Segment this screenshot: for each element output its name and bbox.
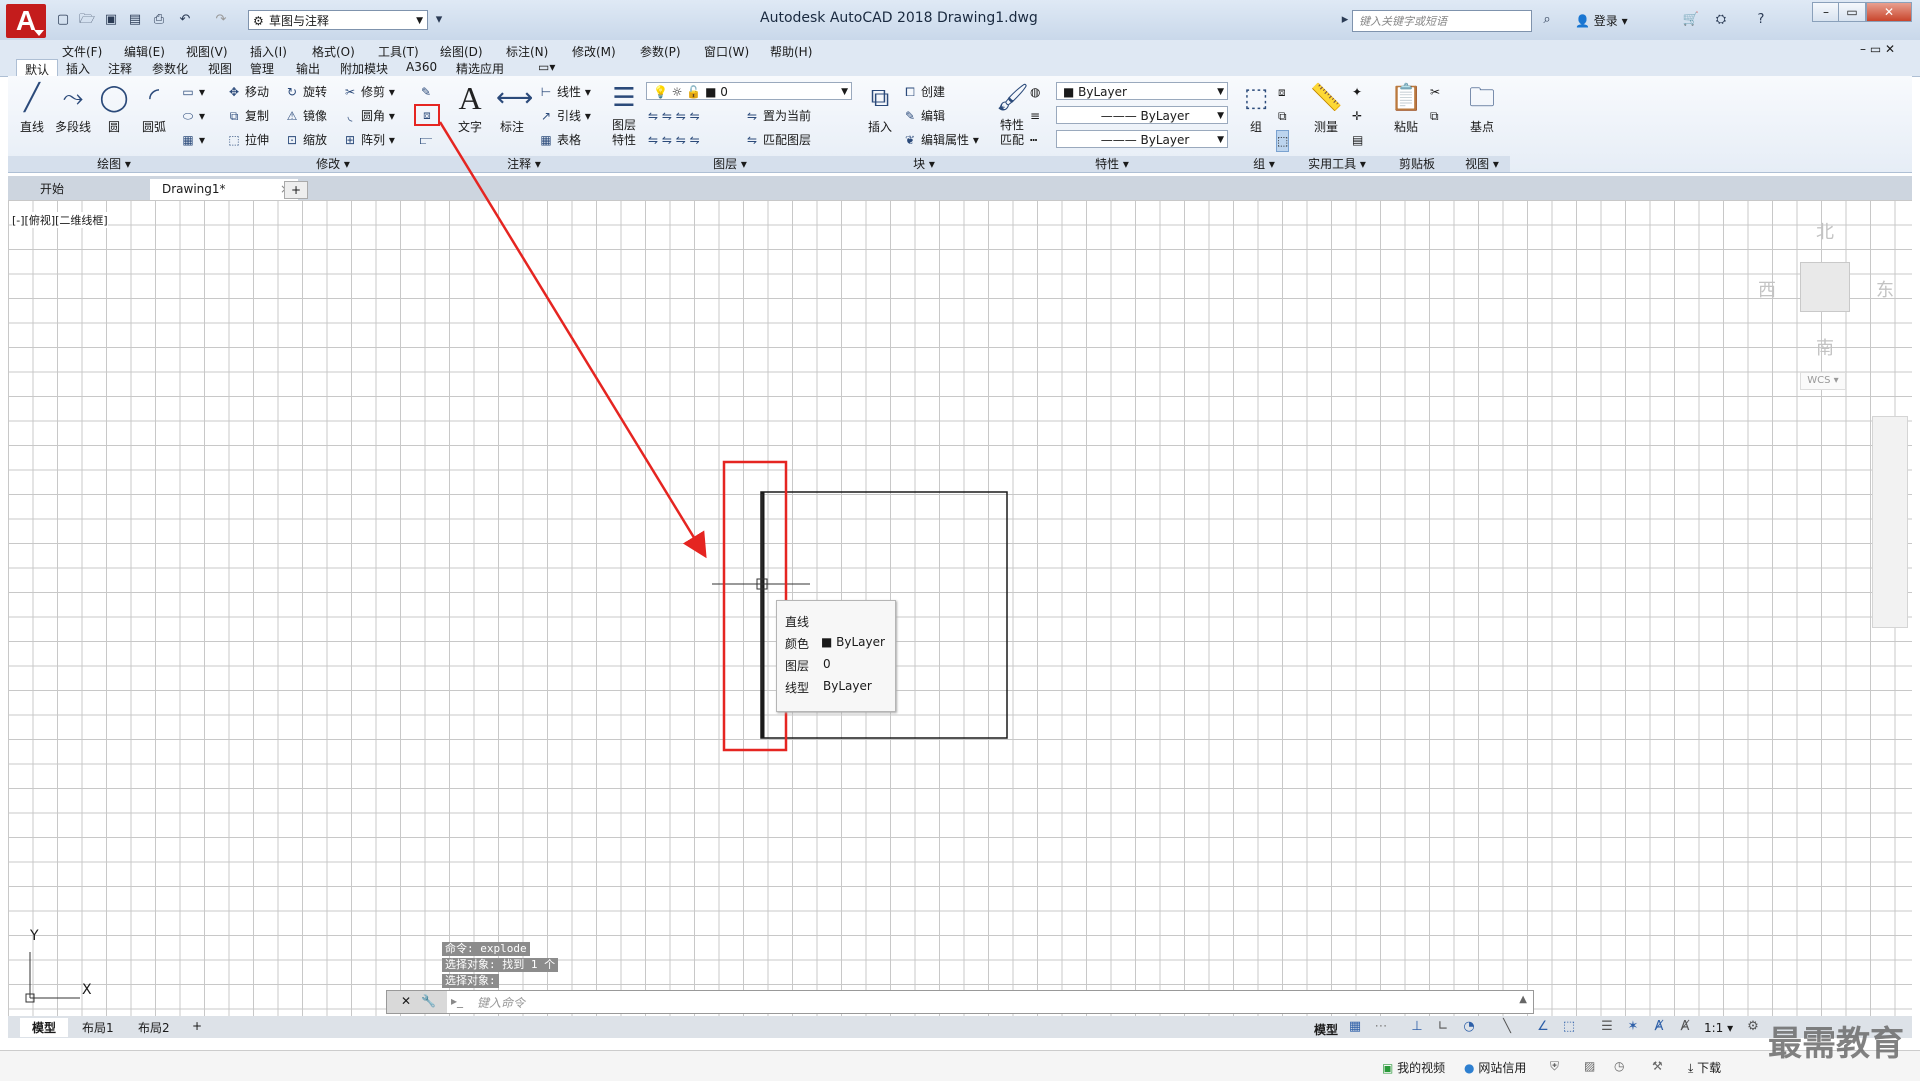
my-video-link[interactable]: ▣ 我的视频 xyxy=(1382,1059,1445,1076)
chevron-up-icon[interactable]: ▲ xyxy=(1519,994,1527,1005)
snap-icon[interactable]: ⋯ xyxy=(1372,1019,1390,1035)
command-line[interactable]: ✕ 🔧 ▸_ 键入命令 ▲ xyxy=(386,990,1534,1014)
tab-layout1[interactable]: 布局1 xyxy=(70,1018,126,1037)
tab-add-layout[interactable]: + xyxy=(180,1018,214,1034)
wrench-icon[interactable]: 🔧 xyxy=(421,994,436,1008)
command-input[interactable]: 键入命令 xyxy=(477,994,525,1011)
shield-icon[interactable]: ⛨ xyxy=(1550,1059,1559,1074)
download-link[interactable]: ⤓ 下载 xyxy=(1688,1059,1721,1076)
tooltip-color-text: ByLayer xyxy=(836,635,885,649)
object-snap-icon[interactable]: ⬚ xyxy=(1560,1019,1578,1035)
annotation-scale-icon[interactable]: Ⱥ xyxy=(1650,1019,1668,1035)
workspace-gear-icon[interactable]: ⚙ xyxy=(1744,1019,1762,1035)
polar-tracking-icon[interactable]: ◔ xyxy=(1460,1019,1478,1035)
download-icon: ⤓ xyxy=(1688,1061,1694,1075)
close-icon[interactable]: ✕ xyxy=(401,994,411,1008)
watermark-text: 最需教育 xyxy=(1768,1024,1904,1064)
isodraft-icon[interactable]: ╲ xyxy=(1498,1019,1516,1035)
video-icon: ▣ xyxy=(1382,1061,1394,1075)
tooltip-color-value: ■ ByLayer xyxy=(821,635,885,649)
image-icon[interactable]: ▨ xyxy=(1584,1059,1595,1073)
ortho-icon[interactable]: ∟ xyxy=(1434,1019,1452,1035)
scale-label: 1:1 xyxy=(1704,1021,1724,1035)
bottom-taskbar: ▣ 我的视频 ● 网站信用 ⛨ ▨ ◷ ⚒ ⤓ 下载 xyxy=(0,1050,1920,1081)
model-space-toggle[interactable]: 模型 xyxy=(1314,1021,1338,1038)
command-history-line: 命令: explode xyxy=(442,942,530,956)
tab-model[interactable]: 模型 xyxy=(20,1018,69,1037)
lineweight-toggle-icon[interactable]: ☰ xyxy=(1598,1019,1616,1035)
infer-constraints-icon[interactable]: ⊥ xyxy=(1408,1019,1426,1035)
grid-icon[interactable]: ▦ xyxy=(1346,1019,1364,1035)
credit-label: 网站信用 xyxy=(1478,1061,1527,1075)
tooltip-layer-value: 0 xyxy=(823,657,831,671)
drawing-overlay xyxy=(25,121,1008,1003)
video-label: 我的视频 xyxy=(1397,1061,1446,1075)
history-icon[interactable]: ◷ xyxy=(1614,1059,1624,1073)
tooltip-layer-label: 图层 xyxy=(785,659,810,673)
droplet-icon: ● xyxy=(1464,1061,1475,1075)
annotation-visibility-icon[interactable]: Ⱥ xyxy=(1676,1019,1694,1035)
tooltip-color-label: 颜色 xyxy=(785,637,810,651)
annotation-scale-value[interactable]: 1:1 ▾ xyxy=(1704,1021,1733,1035)
download-label: 下载 xyxy=(1697,1061,1722,1075)
tooltip-linetype-value: ByLayer xyxy=(823,679,872,693)
tooltip-title: 直线 xyxy=(785,615,810,629)
ucs-y-label: Y xyxy=(30,928,39,944)
annotation-monitor-icon[interactable]: ✶ xyxy=(1624,1019,1642,1035)
rollover-tooltip: 直线 颜色 ■ ByLayer 图层 0 线型 ByLayer xyxy=(776,600,896,712)
object-snap-tracking-icon[interactable]: ∠ xyxy=(1534,1019,1552,1035)
annotation-arrow xyxy=(438,121,707,559)
ucs-x-label: X xyxy=(82,982,92,998)
command-history-line: 选择对象: 找到 1 个 xyxy=(442,958,559,972)
command-history-line: 选择对象: xyxy=(442,974,499,988)
tooltip-linetype-label: 线型 xyxy=(785,681,810,695)
command-line-grip[interactable]: ✕ 🔧 xyxy=(387,991,447,1013)
tools-icon[interactable]: ⚒ xyxy=(1652,1059,1663,1073)
site-credit-link[interactable]: ● 网站信用 xyxy=(1464,1059,1526,1076)
command-prompt-icon: ▸_ xyxy=(451,994,464,1008)
tab-layout2[interactable]: 布局2 xyxy=(126,1018,182,1037)
